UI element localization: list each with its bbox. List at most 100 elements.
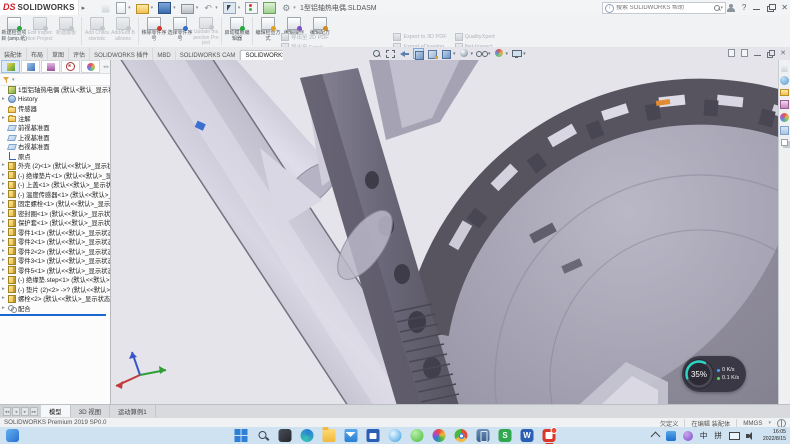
- tab-addins[interactable]: SOLIDWORKS 插件: [90, 48, 153, 60]
- undo-caret-icon[interactable]: ▾: [215, 5, 218, 11]
- new-document-icon[interactable]: [116, 2, 126, 14]
- tree-item-right-plane[interactable]: 右视基准面: [0, 142, 110, 152]
- restore-button[interactable]: [767, 4, 774, 11]
- scroll-last-icon[interactable]: ▸▸: [30, 407, 38, 416]
- zoom-to-area-icon[interactable]: [385, 48, 396, 59]
- tree-item-component[interactable]: ▸零件2<2> (默认<<默认>_显示状态: [0, 247, 110, 257]
- tree-item-sensors[interactable]: 传感器: [0, 104, 110, 114]
- search-input[interactable]: [616, 5, 712, 11]
- home-icon[interactable]: [100, 3, 111, 13]
- word-icon[interactable]: W: [521, 429, 534, 442]
- tree-item-component[interactable]: ▸(-) 绝缘垫.step<1> (默认<<默认>: [0, 275, 110, 285]
- dimxpertmanager-tab[interactable]: [61, 60, 80, 73]
- search-scope-icon[interactable]: i: [605, 4, 614, 13]
- microsoft-store-icon[interactable]: [367, 429, 380, 442]
- minimize-button[interactable]: [753, 4, 760, 11]
- color-wheel-app-icon[interactable]: [433, 429, 446, 442]
- wps-office-icon[interactable]: [543, 429, 556, 442]
- custom-properties-icon[interactable]: [780, 126, 789, 135]
- search-icon[interactable]: [714, 5, 721, 12]
- section-view-icon[interactable]: [413, 48, 424, 59]
- tab-mbd[interactable]: MBD: [153, 51, 175, 60]
- tree-item-annotations[interactable]: ▸注解: [0, 114, 110, 124]
- tree-item-component[interactable]: ▸密封圈<1> (默认<<默认>_显示状: [0, 209, 110, 219]
- edge-browser-icon[interactable]: [301, 429, 314, 442]
- design-library-icon[interactable]: [780, 89, 789, 96]
- view-orientation-icon[interactable]: [441, 48, 452, 59]
- 3d-viewport[interactable]: [110, 60, 778, 404]
- login-user-icon[interactable]: [727, 4, 735, 12]
- select-caret-icon[interactable]: ▾: [238, 5, 241, 11]
- taskbar-clock[interactable]: 16:05 2022/8/15: [763, 429, 786, 443]
- tab-scroll-right-icon[interactable]: ▸: [106, 64, 109, 70]
- launch-template-editor-button[interactable]: 启动模板编辑器: [224, 16, 250, 47]
- chrome-icon[interactable]: [455, 429, 468, 442]
- onedrive-icon[interactable]: [666, 431, 676, 441]
- select-tool-icon[interactable]: [223, 2, 236, 14]
- tree-item-component[interactable]: ▸零件5<1> (默认<<默认>_显示状态: [0, 266, 110, 276]
- tree-item-component[interactable]: ▸(-) 绝缘垫片<1> (默认<<默认>_显示: [0, 171, 110, 181]
- doc-restore-button[interactable]: [767, 50, 774, 57]
- dynamic-annotation-view-icon[interactable]: [427, 48, 438, 59]
- mail-icon[interactable]: [345, 429, 358, 442]
- resources-home-icon[interactable]: [780, 63, 789, 72]
- save-icon[interactable]: [158, 2, 171, 14]
- tab-sketch[interactable]: 草图: [48, 48, 69, 60]
- tab-evaluate[interactable]: 评估: [69, 48, 90, 60]
- select-balloons-button[interactable]: 选择零件序号: [167, 16, 193, 47]
- options-caret-icon[interactable]: ▾: [293, 5, 296, 11]
- propertymanager-tab[interactable]: [21, 60, 40, 73]
- tree-item-mates[interactable]: ▸配合: [0, 304, 110, 314]
- tree-item-front-plane[interactable]: 前视基准面: [0, 123, 110, 133]
- 360-browser-icon[interactable]: [411, 429, 424, 442]
- bing-copilot-icon[interactable]: [389, 429, 402, 442]
- rollback-bar[interactable]: [0, 314, 106, 316]
- tree-item-component[interactable]: ▸(-) 上盖<1> (默认<<默认>_显示状: [0, 180, 110, 190]
- scroll-first-icon[interactable]: ◂◂: [3, 407, 11, 416]
- undo-icon[interactable]: ↶: [203, 3, 213, 13]
- print-icon[interactable]: [181, 4, 194, 14]
- new-inspection-project-button[interactable]: 新建检查项目 (amp.纸): [1, 16, 27, 47]
- previous-view-icon[interactable]: [399, 48, 410, 59]
- units-selector[interactable]: MMGS: [743, 420, 762, 427]
- hide-show-items-icon[interactable]: [476, 48, 487, 59]
- appearances-scenes-icon[interactable]: [780, 113, 789, 122]
- displaymanager-tab[interactable]: [81, 60, 100, 73]
- print-caret-icon[interactable]: ▾: [196, 5, 199, 11]
- filter-caret-icon[interactable]: ▾: [12, 77, 15, 83]
- new-caret-icon[interactable]: ▾: [128, 5, 131, 11]
- edit-inspection-method-button[interactable]: 编辑检查方式: [255, 16, 281, 47]
- help-search-box[interactable]: i ▾: [602, 2, 726, 14]
- view-orientation-caret-icon[interactable]: ▾: [453, 51, 456, 57]
- doc-close-button[interactable]: ✕: [780, 49, 786, 57]
- tree-item-component[interactable]: ▸零件3<1> (默认<<默认>_显示状态: [0, 256, 110, 266]
- ime-language-indicator[interactable]: 中: [700, 430, 708, 441]
- view-settings-icon[interactable]: [511, 48, 522, 59]
- tree-item-history[interactable]: ▸History: [0, 95, 110, 105]
- menu-expand-arrow-icon[interactable]: ▸: [79, 4, 89, 12]
- featuremanager-tab[interactable]: [1, 60, 20, 73]
- display-style-caret-icon[interactable]: ▾: [471, 51, 474, 57]
- view-settings-caret-icon[interactable]: ▾: [523, 51, 526, 57]
- taskbar-search-icon[interactable]: [257, 429, 270, 442]
- edit-appearance-icon[interactable]: [494, 48, 505, 59]
- units-caret-icon[interactable]: ▾: [768, 420, 771, 426]
- wps-sheet-icon[interactable]: S: [499, 429, 512, 442]
- tree-item-component[interactable]: ▸螺栓<2> (默认<<默认>_显示状态: [0, 294, 110, 304]
- tree-item-top-plane[interactable]: 上视基准面: [0, 133, 110, 143]
- task-view-icon[interactable]: [279, 429, 292, 442]
- tree-item-component[interactable]: ▸零件2<1> (默认<<默认>_显示状态: [0, 237, 110, 247]
- tree-root-assembly[interactable]: 1型铝轴热电偶 (默认<默认_显示状态-1: [0, 85, 110, 95]
- display-tray-icon[interactable]: [729, 431, 739, 441]
- new-window-icon[interactable]: [728, 49, 735, 57]
- open-caret-icon[interactable]: ▾: [151, 5, 154, 11]
- tab-solidworks-cam[interactable]: SOLIDWORKS CAM: [176, 51, 241, 60]
- remove-balloons-button[interactable]: 移除零件序号: [141, 16, 167, 47]
- tree-item-origin[interactable]: 原点: [0, 152, 110, 162]
- tree-item-component[interactable]: ▸固定螺栓<1> (默认<<默认>_显示: [0, 199, 110, 209]
- tree-item-component[interactable]: ▸(-) 温度传感器<1> (默认<<默认>_: [0, 190, 110, 200]
- tree-item-component[interactable]: ▸(-) 垫片 (2)<2> ->? (默认<<默认>: [0, 285, 110, 295]
- cascade-window-icon[interactable]: [741, 49, 748, 57]
- phone-link-icon[interactable]: [477, 429, 490, 442]
- close-button[interactable]: ✕: [781, 3, 788, 12]
